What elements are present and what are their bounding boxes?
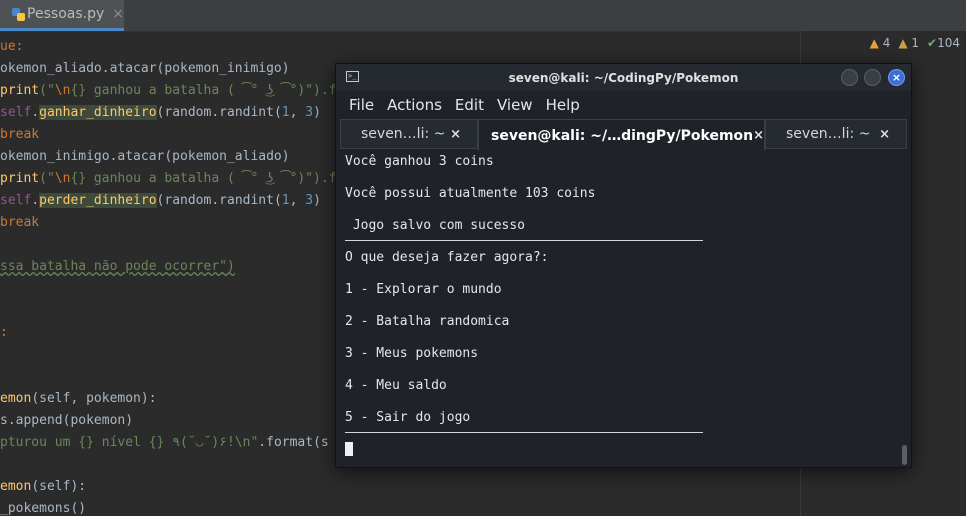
close-icon[interactable]: × — [112, 6, 124, 22]
terminal-tab-1[interactable]: seven…li: ~ × — [340, 119, 478, 149]
maximize-button[interactable] — [864, 69, 881, 86]
ok-count[interactable]: ✔104 — [927, 36, 960, 50]
code-line: ue: — [0, 39, 24, 54]
python-file-icon — [12, 7, 25, 21]
output-line: 1 - Explorar o mundo — [345, 282, 502, 297]
tab-label: seven…li: ~ — [786, 126, 871, 142]
output-line: Você possui atualmente 103 coins — [345, 186, 596, 201]
code-line: okemon_aliado.atacar(pokemon_inimigo) — [0, 61, 290, 76]
output-line: 5 - Sair do jogo — [345, 410, 471, 425]
terminal-tab-3[interactable]: seven…li: ~ × — [765, 119, 907, 149]
code-line: emon(self): — [0, 479, 87, 494]
code-line: self.perder_dinheiro(random.randint(1, 3… — [0, 193, 321, 208]
code-line: : — [0, 325, 8, 340]
terminal-icon: >_ — [346, 71, 359, 82]
inspection-widget[interactable]: ▲ 4 ▲ 1 ✔104 — [870, 36, 960, 50]
code-line: s.append(pokemon) — [0, 413, 134, 428]
output-line: 4 - Meu saldo — [345, 378, 447, 393]
code-line: _pokemons() — [0, 501, 87, 516]
output-line: 3 - Meus pokemons — [345, 346, 479, 361]
terminal-titlebar[interactable]: >_ seven@kali: ~/CodingPy/Pokemon × — [336, 64, 911, 91]
output-line: 2 - Batalha randomica — [345, 314, 510, 329]
menu-view[interactable]: View — [497, 96, 533, 114]
tab-label: seven…li: ~ — [361, 126, 446, 142]
editor-tab-bar: Pessoas.py × — [0, 0, 966, 32]
close-window-button[interactable]: × — [888, 69, 905, 86]
check-icon: ✔ — [927, 36, 938, 50]
code-line: print("\n{} ganhou a batalha ( ͡° ͜ʖ ͡°)… — [0, 83, 361, 98]
tab-label: seven@kali: ~/…dingPy/Pokemon — [491, 127, 754, 144]
terminal-tab-2[interactable]: seven@kali: ~/…dingPy/Pokemon × — [478, 119, 765, 151]
editor-tab-label: Pessoas.py — [27, 6, 105, 22]
code-line: break — [0, 127, 40, 142]
editor-tab-pessoas[interactable]: Pessoas.py × — [0, 0, 124, 31]
menu-bar: File Actions Edit View Help — [336, 91, 911, 118]
code-line: ssa batalha não pode ocorrer") — [0, 259, 235, 274]
code-line: okemon_inimigo.atacar(pokemon_aliado) — [0, 149, 290, 164]
code-line: pturou um {} nível {} ٩(˘◡˘)۶!\n".format… — [0, 435, 329, 450]
scrollbar[interactable] — [902, 445, 907, 465]
text-cursor — [345, 442, 353, 456]
terminal-window[interactable]: >_ seven@kali: ~/CodingPy/Pokemon × File… — [335, 63, 912, 468]
divider — [345, 432, 703, 433]
menu-file[interactable]: File — [349, 96, 374, 114]
terminal-tab-bar: seven…li: ~ × seven@kali: ~/…dingPy/Poke… — [340, 119, 907, 151]
output-line: Jogo salvo com sucesso — [345, 218, 526, 233]
warning-icon: ▲ — [869, 36, 879, 50]
output-line: O que deseja fazer agora?: — [345, 250, 549, 265]
output-line: Você ganhou 3 coins — [345, 154, 494, 169]
warning-count[interactable]: ▲ 4 — [870, 36, 891, 50]
divider — [345, 240, 703, 241]
code-line: emon(self, pokemon): — [0, 391, 157, 406]
menu-edit[interactable]: Edit — [455, 96, 484, 114]
code-line: break — [0, 215, 40, 230]
menu-actions[interactable]: Actions — [387, 96, 442, 114]
weak-warning-icon: ▲ — [898, 36, 908, 50]
close-icon[interactable]: × — [879, 127, 906, 142]
close-icon[interactable]: × — [450, 127, 477, 142]
terminal-output[interactable]: Você ganhou 3 coins Você possui atualmen… — [345, 151, 895, 461]
weak-warning-count[interactable]: ▲ 1 — [898, 36, 919, 50]
minimize-button[interactable] — [841, 69, 858, 86]
window-title: seven@kali: ~/CodingPy/Pokemon — [508, 70, 739, 85]
code-line: self.ganhar_dinheiro(random.randint(1, 3… — [0, 105, 321, 120]
menu-help[interactable]: Help — [546, 96, 580, 114]
code-line: print("\n{} ganhou a batalha ( ͡° ͜ʖ ͡°)… — [0, 171, 361, 186]
